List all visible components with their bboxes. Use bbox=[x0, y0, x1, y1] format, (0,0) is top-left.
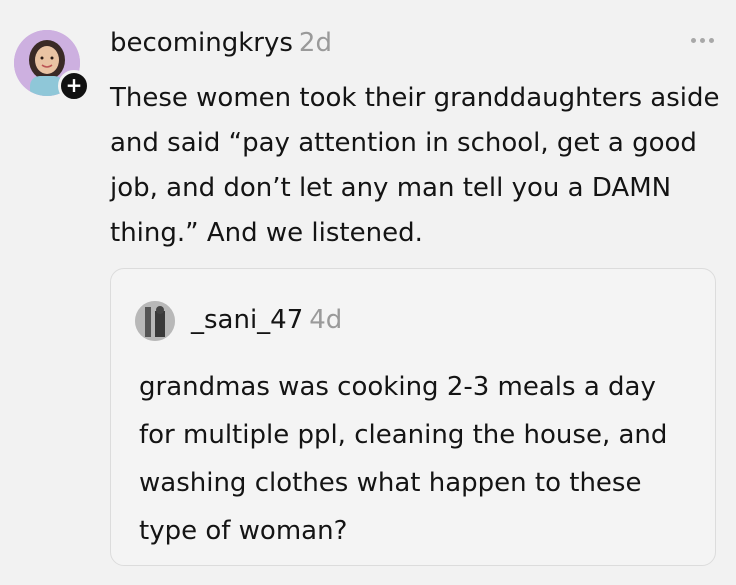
more-options-icon[interactable] bbox=[691, 38, 714, 43]
quoted-avatar-image bbox=[135, 301, 175, 341]
more-dot bbox=[700, 38, 705, 43]
post-timestamp: 2d bbox=[298, 28, 332, 58]
quoted-body-text: grandmas was cooking 2-3 meals a day for… bbox=[139, 372, 668, 546]
quoted-username[interactable]: _sani_47 bbox=[191, 305, 303, 335]
quoted-post-card[interactable]: _sani_47 4d grandmas was cooking 2-3 meal… bbox=[110, 268, 716, 566]
author-username[interactable]: becomingkrys bbox=[110, 28, 293, 58]
quoted-author-avatar[interactable] bbox=[135, 301, 175, 341]
threads-post: + becomingkrys 2d These women took their … bbox=[0, 0, 736, 585]
quoted-timestamp: 4d bbox=[309, 305, 343, 335]
post-header: becomingkrys 2d bbox=[110, 28, 332, 58]
more-dot bbox=[709, 38, 714, 43]
quoted-post-header: _sani_47 4d bbox=[191, 305, 342, 335]
author-avatar-wrapper[interactable]: + bbox=[14, 30, 90, 102]
post-body-text: These women took their granddaughters as… bbox=[110, 83, 720, 248]
more-dot bbox=[691, 38, 696, 43]
follow-plus-icon[interactable]: + bbox=[58, 70, 90, 102]
